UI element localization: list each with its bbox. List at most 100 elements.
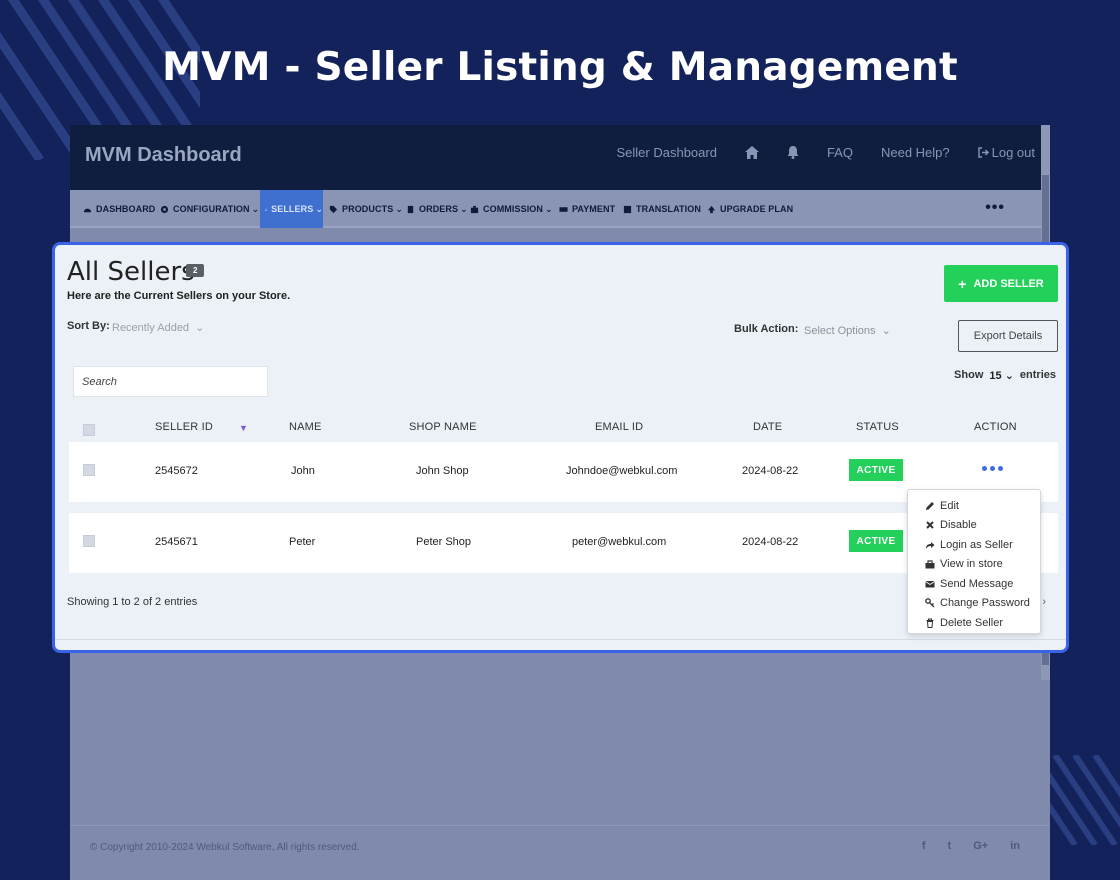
- sort-by-select[interactable]: Recently Added ⌄: [112, 321, 204, 334]
- seller-id-cell: 2545671: [155, 536, 198, 548]
- bulk-action-label: Bulk Action:: [734, 323, 799, 335]
- key-icon: [925, 598, 935, 608]
- menu-item-upgrade-plan[interactable]: UPGRADE PLAN: [707, 190, 793, 228]
- top-nav: Seller Dashboard FAQ Need Help? Log out: [589, 145, 1036, 160]
- row-checkbox[interactable]: [83, 464, 95, 476]
- menu-label: UPGRADE PLAN: [720, 204, 794, 214]
- x-icon: [926, 521, 934, 529]
- seller-dashboard-link[interactable]: Seller Dashboard: [617, 145, 717, 160]
- chevron-down-icon: ⌄: [195, 322, 205, 334]
- showing-entries-text: Showing 1 to 2 of 2 entries: [67, 596, 198, 608]
- column-header-name[interactable]: NAME: [289, 421, 322, 433]
- row-actions-button[interactable]: [982, 466, 1003, 471]
- chevron-down-icon: ⌄: [395, 203, 403, 214]
- add-seller-button[interactable]: + ADD SELLER: [944, 265, 1058, 302]
- shop-name-cell: John Shop: [416, 465, 469, 477]
- store-icon: [925, 560, 935, 569]
- money-icon: [559, 206, 568, 212]
- chevron-down-icon: ⌄: [881, 325, 891, 337]
- envelope-icon: [925, 580, 935, 588]
- menu-item-change-password[interactable]: Change Password: [908, 594, 1040, 614]
- email-cell: peter@webkul.com: [572, 536, 667, 548]
- google-plus-icon[interactable]: G+: [973, 840, 988, 852]
- bulk-action-select[interactable]: Select Options ⌄: [804, 324, 891, 337]
- menu-label: PAYMENT: [572, 204, 616, 214]
- entries-value: 15: [989, 370, 1002, 382]
- status-badge: ACTIVE: [849, 530, 903, 552]
- menu-label: Delete Seller: [940, 616, 1003, 629]
- sort-desc-icon[interactable]: ▼: [239, 423, 248, 433]
- need-help-link[interactable]: Need Help?: [881, 145, 950, 160]
- column-header-seller-id[interactable]: SELLER ID: [155, 421, 213, 433]
- social-links: f t G+ in: [922, 840, 1020, 852]
- tag-icon: [329, 205, 338, 213]
- facebook-icon[interactable]: f: [922, 840, 926, 852]
- page-title: All Sellers: [67, 257, 195, 287]
- menu-label: COMMISSION: [483, 204, 544, 214]
- entries-select[interactable]: 15 ⌄: [989, 369, 1014, 382]
- menu-item-view-in-store[interactable]: View in store: [908, 555, 1040, 575]
- briefcase-icon: [470, 205, 479, 213]
- export-details-button[interactable]: Export Details: [958, 320, 1058, 352]
- menu-label: SELLERS: [271, 204, 314, 214]
- menu-label: View in store: [940, 558, 1003, 571]
- decorative-stripes-bottom-right: [1045, 755, 1120, 845]
- menu-item-sellers[interactable]: SELLERS ⌄: [260, 190, 323, 228]
- menu-item-commission[interactable]: COMMISSION ⌄: [470, 190, 553, 228]
- select-all-checkbox[interactable]: [83, 424, 95, 436]
- chevron-down-icon: ⌄: [545, 203, 553, 214]
- table-header: SELLER ID ▼ NAME SHOP NAME EMAIL ID DATE…: [67, 415, 1057, 441]
- menu-item-products[interactable]: PRODUCTS ⌄: [329, 190, 403, 228]
- row-checkbox[interactable]: [83, 535, 95, 547]
- chevron-down-icon: ⌄: [315, 203, 323, 214]
- seller-count-badge: 2: [186, 264, 205, 277]
- column-header-shop-name[interactable]: SHOP NAME: [409, 421, 477, 433]
- menu-label: DASHBOARD: [96, 204, 156, 214]
- menu-label: Login as Seller: [940, 538, 1013, 551]
- menu-label: Change Password: [940, 597, 1030, 610]
- menu-item-delete-seller[interactable]: Delete Seller: [908, 613, 1040, 633]
- status-badge: ACTIVE: [849, 459, 903, 481]
- email-cell: Johndoe@webkul.com: [566, 465, 678, 477]
- column-header-date[interactable]: DATE: [753, 421, 782, 433]
- search-input[interactable]: [73, 366, 268, 397]
- menu-item-edit[interactable]: Edit: [908, 496, 1040, 516]
- entries-label: entries: [1019, 369, 1056, 381]
- linkedin-icon[interactable]: in: [1010, 840, 1020, 852]
- column-header-email[interactable]: EMAIL ID: [595, 421, 643, 433]
- bell-icon[interactable]: [787, 146, 799, 159]
- menu-label: ORDERS: [419, 204, 459, 214]
- dashboard-logo[interactable]: MVM Dashboard: [85, 144, 242, 167]
- show-entries: Show 15 ⌄ entries: [954, 369, 1056, 382]
- next-page-icon[interactable]: ›: [1042, 596, 1046, 608]
- menu-item-orders[interactable]: ORDERS ⌄: [406, 190, 468, 228]
- users-icon: [265, 208, 267, 211]
- page-subtitle: Here are the Current Sellers on your Sto…: [67, 290, 291, 302]
- shop-name-cell: Peter Shop: [416, 536, 472, 548]
- twitter-icon[interactable]: t: [948, 840, 952, 852]
- home-icon[interactable]: [744, 146, 759, 159]
- clipboard-icon: [407, 205, 414, 213]
- logout-link[interactable]: Log out: [977, 145, 1035, 160]
- menu-item-send-message[interactable]: Send Message: [908, 574, 1040, 594]
- chevron-down-icon: ⌄: [460, 203, 468, 214]
- logout-icon: [977, 147, 989, 158]
- menu-item-login-as-seller[interactable]: Login as Seller: [908, 535, 1040, 555]
- sort-by-value: Recently Added: [112, 322, 190, 334]
- menu-item-dashboard[interactable]: DASHBOARD: [83, 190, 155, 228]
- menu-label: CONFIGURATION: [173, 204, 250, 214]
- menu-item-disable[interactable]: Disable: [908, 516, 1040, 536]
- faq-link[interactable]: FAQ: [827, 145, 853, 160]
- more-menu-button[interactable]: •••: [985, 199, 1005, 217]
- menu-label: Disable: [940, 519, 977, 532]
- menu-item-translation[interactable]: TRANSLATION: [623, 190, 701, 228]
- menu-item-payment[interactable]: PAYMENT: [559, 190, 615, 228]
- upgrade-icon: [707, 205, 716, 213]
- bulk-action-value: Select Options: [804, 325, 876, 337]
- add-seller-label: ADD SELLER: [973, 277, 1044, 290]
- copyright-text: © Copyright 2010-2024 Webkul Software, A…: [90, 842, 360, 853]
- date-cell: 2024-08-22: [742, 536, 799, 548]
- menu-label: Send Message: [940, 577, 1014, 590]
- menu-item-configuration[interactable]: CONFIGURATION ⌄: [160, 190, 259, 228]
- menu-label: Edit: [940, 499, 959, 512]
